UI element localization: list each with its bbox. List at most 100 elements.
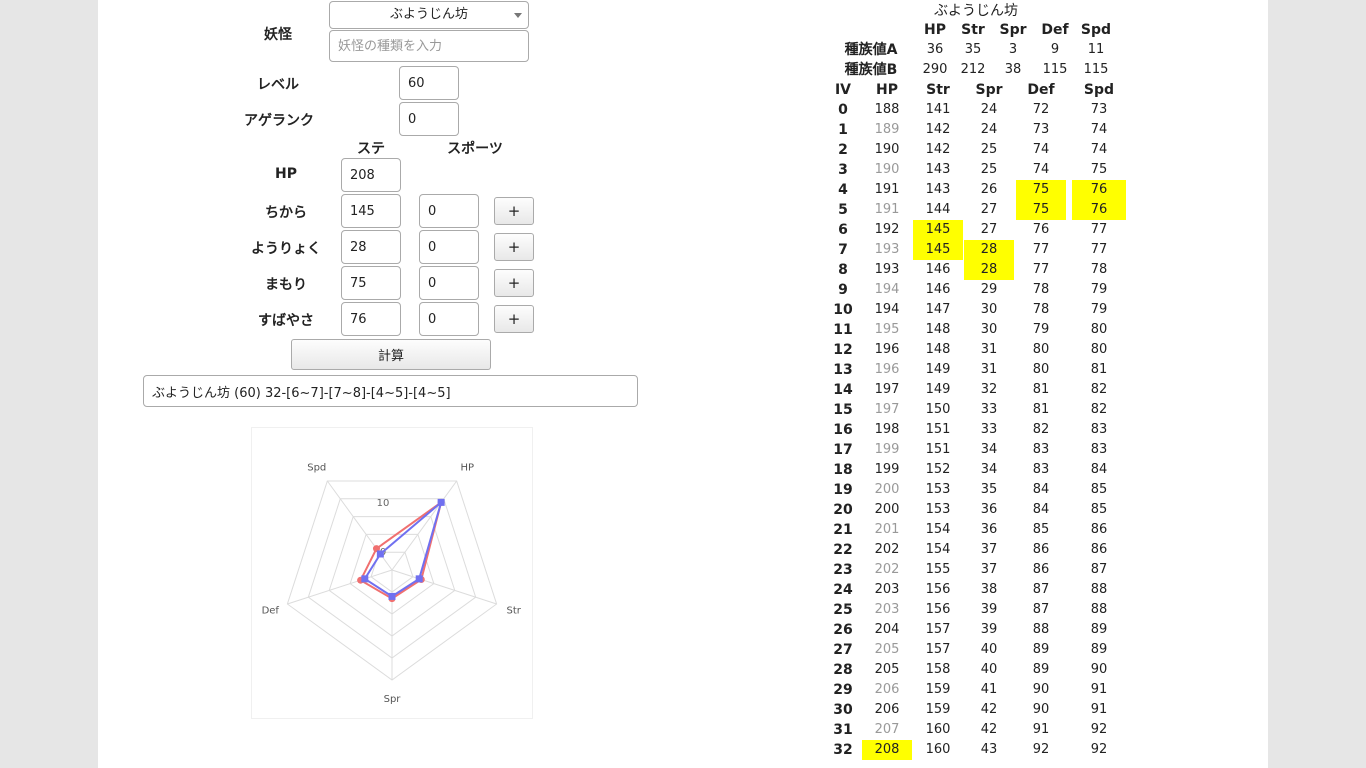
iv-value-cell: 90 — [1032, 702, 1050, 717]
stat-label-spr: ようりょく — [251, 241, 321, 257]
iv-value-cell: 147 — [925, 302, 951, 317]
iv-value-cell: 205 — [874, 662, 900, 677]
plus-button-spr[interactable]: + — [494, 233, 534, 261]
iv-value-cell: 145 — [913, 240, 963, 260]
iv-value-cell: 40 — [980, 662, 998, 677]
iv-value-cell: 155 — [925, 562, 951, 577]
iv-value-cell: 83 — [1090, 442, 1108, 457]
iv-value-cell: 84 — [1032, 502, 1050, 517]
iv-row-label: 24 — [833, 582, 853, 598]
radar-series-point — [388, 592, 396, 600]
stat-input-def[interactable] — [341, 266, 401, 300]
radar-chart: HPStrSprDefSpd010 — [251, 427, 533, 719]
iv-value-cell: 31 — [980, 362, 998, 377]
yokai-search-input[interactable] — [329, 30, 529, 62]
iv-value-cell: 200 — [874, 502, 900, 517]
iv-value-cell: 78 — [1090, 262, 1108, 277]
sports-input-str[interactable] — [419, 194, 479, 228]
stat-input-str[interactable] — [341, 194, 401, 228]
iv-value-cell: 199 — [874, 462, 900, 477]
plus-button-spd[interactable]: + — [494, 305, 534, 333]
iv-value-cell: 88 — [1090, 602, 1108, 617]
iv-value-cell: 83 — [1032, 462, 1050, 477]
iv-value-cell: 81 — [1090, 362, 1108, 377]
calculate-button[interactable]: 計算 — [291, 339, 491, 370]
iv-value-cell: 42 — [980, 702, 998, 717]
iv-value-cell: 153 — [925, 482, 951, 497]
iv-value-cell: 146 — [925, 262, 951, 277]
iv-value-cell: 87 — [1032, 602, 1050, 617]
iv-value-cell: 160 — [925, 742, 951, 757]
iv-value-cell: 86 — [1090, 522, 1108, 537]
base-header-cell: Def — [1041, 22, 1069, 38]
iv-value-cell: 156 — [925, 582, 951, 597]
iv-row-label: 26 — [833, 622, 853, 638]
stat-label-str: ちから — [265, 205, 307, 221]
iv-value-cell: 29 — [980, 282, 998, 297]
iv-value-cell: 202 — [874, 562, 900, 577]
iv-value-cell: 75 — [1090, 162, 1108, 177]
plus-button-def[interactable]: + — [494, 269, 534, 297]
stat-input-spr[interactable] — [341, 230, 401, 264]
iv-value-cell: 34 — [980, 462, 998, 477]
stat-input-hp[interactable] — [341, 158, 401, 192]
radar-series-point — [361, 575, 369, 583]
stat-input-spd[interactable] — [341, 302, 401, 336]
iv-row-label: 4 — [838, 182, 848, 198]
iv-value-cell: 33 — [980, 402, 998, 417]
iv-value-cell: 73 — [1032, 122, 1050, 137]
sports-input-def[interactable] — [419, 266, 479, 300]
iv-value-cell: 145 — [913, 220, 963, 240]
iv-value-cell: 77 — [1090, 222, 1108, 237]
iv-value-cell: 151 — [925, 422, 951, 437]
iv-value-cell: 203 — [874, 582, 900, 597]
iv-value-cell: 32 — [980, 382, 998, 397]
iv-value-cell: 89 — [1032, 642, 1050, 657]
sports-input-spd[interactable] — [419, 302, 479, 336]
chevron-down-icon — [514, 13, 522, 18]
iv-value-cell: 25 — [980, 142, 998, 157]
iv-value-cell: 89 — [1090, 622, 1108, 637]
base-header-cell: Spd — [1080, 22, 1112, 38]
result-field[interactable] — [143, 375, 638, 407]
radar-axis-label: Spr — [384, 694, 402, 705]
yokai-selected: ぶようじん坊 — [389, 7, 468, 22]
sports-input-spr[interactable] — [419, 230, 479, 264]
iv-value-cell: 26 — [980, 182, 998, 197]
iv-header-cell: IV — [834, 82, 852, 98]
iv-value-cell: 200 — [874, 482, 900, 497]
iv-value-cell: 201 — [874, 522, 900, 537]
iv-value-cell: 75 — [1016, 200, 1066, 220]
rank-input[interactable] — [399, 102, 459, 136]
level-input[interactable] — [399, 66, 459, 100]
iv-value-cell: 195 — [874, 322, 900, 337]
iv-value-cell: 157 — [925, 622, 951, 637]
iv-value-cell: 190 — [874, 162, 900, 177]
yokai-select[interactable]: ぶようじん坊 — [329, 1, 529, 29]
iv-value-cell: 42 — [980, 722, 998, 737]
iv-row-label: 1 — [838, 122, 848, 138]
iv-value-cell: 196 — [874, 362, 900, 377]
base-value-cell: 11 — [1087, 42, 1105, 57]
iv-value-cell: 81 — [1032, 402, 1050, 417]
iv-value-cell: 30 — [980, 302, 998, 317]
iv-value-cell: 77 — [1032, 262, 1050, 277]
iv-value-cell: 199 — [874, 442, 900, 457]
iv-value-cell: 78 — [1032, 282, 1050, 297]
iv-value-cell: 142 — [925, 122, 951, 137]
iv-row-label: 30 — [833, 702, 853, 718]
iv-value-cell: 206 — [874, 682, 900, 697]
iv-value-cell: 74 — [1032, 142, 1050, 157]
iv-row-label: 8 — [838, 262, 848, 278]
iv-value-cell: 160 — [925, 722, 951, 737]
iv-value-cell: 153 — [925, 502, 951, 517]
iv-value-cell: 39 — [980, 602, 998, 617]
plus-button-str[interactable]: + — [494, 197, 534, 225]
iv-row-label: 32 — [833, 742, 853, 758]
base-value-cell: 3 — [1008, 42, 1018, 57]
iv-value-cell: 203 — [874, 602, 900, 617]
iv-value-cell: 188 — [874, 102, 900, 117]
iv-row-label: 31 — [833, 722, 853, 738]
iv-value-cell: 208 — [862, 740, 912, 760]
iv-value-cell: 76 — [1032, 222, 1050, 237]
